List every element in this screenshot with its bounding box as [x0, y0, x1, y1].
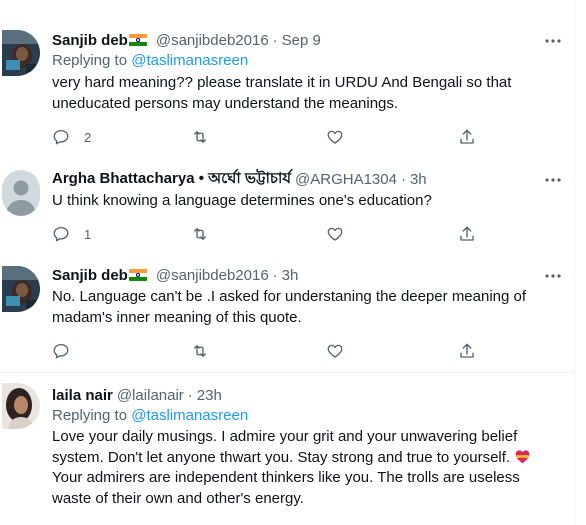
tweet-text: U think knowing a language determines on… — [52, 192, 432, 209]
share-button[interactable] — [458, 224, 476, 244]
handle[interactable]: @sanjibdeb2016 — [156, 32, 269, 49]
display-name[interactable]: laila nair — [52, 387, 113, 404]
share-icon — [460, 226, 474, 241]
tweet[interactable]: Argha Bhattacharya • অর্ঘো ভট্টাচার্য @A… — [0, 158, 575, 254]
like-button[interactable] — [326, 127, 344, 147]
share-icon — [460, 129, 474, 144]
timeline-column: Sanjib deb @sanjibdeb2016 · Sep 9 Replyi… — [0, 0, 575, 525]
separator: · — [272, 266, 278, 284]
tweet-actions: 2 — [52, 127, 492, 147]
tweet-header: Sanjib deb @sanjibdeb2016 · Sep 9 — [52, 29, 559, 51]
tweet[interactable]: Sanjib deb @sanjibdeb2016 · 3h No. Langu… — [0, 254, 575, 372]
like-button[interactable] — [326, 341, 344, 361]
separator: · — [400, 170, 406, 188]
share-button[interactable] — [458, 341, 476, 361]
retweet-button[interactable] — [190, 127, 210, 147]
avatar[interactable] — [2, 170, 40, 216]
replying-to: Replying to @taslimanasreen — [52, 51, 559, 71]
handle[interactable]: @ARGHA1304 — [295, 171, 397, 188]
tweet-text-part-2: Your admirers are independent thinkers l… — [52, 469, 520, 507]
reply-icon — [53, 343, 69, 359]
more-options-icon[interactable] — [543, 266, 563, 286]
heart-ribbon-emoji-icon — [514, 449, 531, 464]
heart-icon — [327, 344, 343, 358]
tweet-header: laila nair @lailanair · 23h — [52, 384, 559, 406]
reply-count: 1 — [84, 226, 92, 242]
mention-link[interactable]: @taslimanasreen — [131, 52, 248, 69]
timestamp[interactable]: 23h — [197, 387, 222, 404]
heart-icon — [327, 130, 343, 144]
retweet-button[interactable] — [190, 341, 210, 361]
reply-icon — [53, 226, 69, 242]
india-flag-icon — [128, 34, 147, 46]
retweet-icon — [194, 228, 206, 240]
tweet[interactable]: laila nair @lailanair · 23h Replying to … — [0, 373, 575, 525]
tweet[interactable]: Sanjib deb @sanjibdeb2016 · Sep 9 Replyi… — [0, 0, 575, 158]
reply-icon — [53, 129, 69, 145]
heart-icon — [327, 227, 343, 241]
timestamp[interactable]: 3h — [282, 267, 299, 284]
handle[interactable]: @lailanair — [117, 387, 184, 404]
tweet-actions — [52, 341, 492, 361]
avatar[interactable] — [2, 266, 40, 312]
more-options-icon[interactable] — [543, 31, 563, 51]
reply-button[interactable]: 2 — [52, 127, 91, 147]
reply-count: 2 — [84, 129, 92, 145]
more-options-icon[interactable] — [543, 170, 563, 190]
replying-to: Replying to @taslimanasreen — [52, 406, 559, 426]
tweet-header: Argha Bhattacharya • অর্ঘো ভট্টাচার্য @A… — [52, 168, 559, 190]
india-flag-icon — [128, 269, 147, 281]
mention-link[interactable]: @taslimanasreen — [131, 407, 248, 424]
replying-prefix: Replying to — [52, 407, 128, 424]
avatar[interactable] — [2, 30, 40, 76]
share-button[interactable] — [458, 127, 476, 147]
tweet-text-part-1: Love your daily musings. I admire your g… — [52, 428, 518, 466]
like-button[interactable] — [326, 224, 344, 244]
separator: · — [272, 31, 278, 49]
tweet-text: very hard meaning?? please translate it … — [52, 74, 512, 112]
tweet-actions: 1 — [52, 224, 492, 244]
share-icon — [460, 343, 474, 358]
display-name[interactable]: Sanjib deb — [52, 267, 128, 284]
retweet-icon — [194, 345, 206, 357]
avatar[interactable] — [2, 383, 40, 429]
display-name[interactable]: Sanjib deb — [52, 32, 128, 49]
separator: · — [187, 386, 193, 404]
timestamp[interactable]: 3h — [410, 171, 427, 188]
display-name[interactable]: Argha Bhattacharya • অর্ঘো ভট্টাচার্য — [52, 167, 291, 192]
tweet-text: No. Language can't be .I asked for under… — [52, 288, 527, 326]
tweet-header: Sanjib deb @sanjibdeb2016 · 3h — [52, 264, 559, 286]
retweet-button[interactable] — [190, 224, 210, 244]
reply-button[interactable]: 1 — [52, 224, 91, 244]
replying-prefix: Replying to — [52, 52, 128, 69]
retweet-icon — [194, 131, 206, 143]
reply-button[interactable] — [52, 341, 70, 361]
handle[interactable]: @sanjibdeb2016 — [156, 267, 269, 284]
tweet-text: Love your daily musings. I admire your g… — [52, 427, 559, 509]
timestamp[interactable]: Sep 9 — [282, 32, 321, 49]
